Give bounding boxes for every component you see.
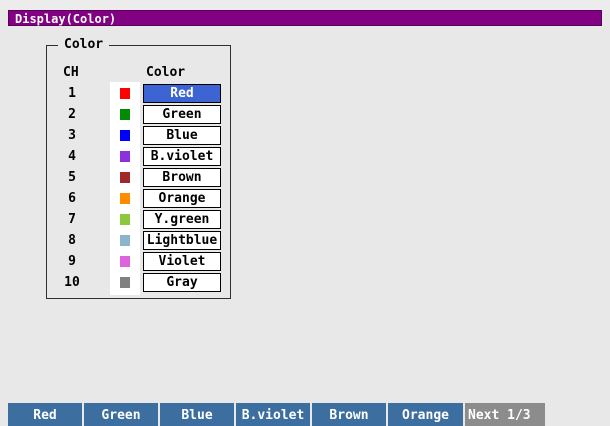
top-strip: [0, 0, 610, 10]
ch-column-header: CH: [63, 65, 79, 80]
channel-row: 9 Violet: [0, 251, 610, 272]
channel-row: 2 Green: [0, 104, 610, 125]
color-swatch: [120, 193, 130, 204]
channel-row: 4 B.violet: [0, 146, 610, 167]
color-swatch: [120, 235, 130, 246]
channel-number: 9: [68, 254, 76, 269]
color-select-button[interactable]: Orange: [143, 189, 221, 208]
channel-row: 7 Y.green: [0, 209, 610, 230]
softkey-b-violet[interactable]: B.violet: [236, 403, 312, 426]
color-column-header: Color: [146, 65, 186, 80]
color-swatch: [120, 130, 130, 141]
window-title: Display(Color): [15, 12, 117, 26]
color-select-button[interactable]: Violet: [143, 252, 221, 271]
color-swatch: [120, 277, 130, 288]
channel-number: 7: [68, 212, 76, 227]
softkey-orange[interactable]: Orange: [388, 403, 465, 426]
channel-number: 1: [68, 86, 76, 101]
softkey-red[interactable]: Red: [8, 403, 84, 426]
color-swatch: [120, 88, 130, 99]
color-swatch: [120, 256, 130, 267]
channel-number: 10: [64, 275, 80, 290]
channel-number: 6: [68, 191, 76, 206]
color-swatch: [120, 172, 130, 183]
color-select-button[interactable]: Y.green: [143, 210, 221, 229]
softkey-next-page[interactable]: Next 1/3: [465, 403, 547, 426]
softkey-blue[interactable]: Blue: [160, 403, 236, 426]
color-select-button[interactable]: B.violet: [143, 147, 221, 166]
color-swatch: [120, 214, 130, 225]
color-select-button[interactable]: Brown: [143, 168, 221, 187]
channel-row: 3 Blue: [0, 125, 610, 146]
channel-number: 8: [68, 233, 76, 248]
channel-number: 4: [68, 149, 76, 164]
channel-number: 5: [68, 170, 76, 185]
group-title: Color: [58, 38, 110, 52]
channel-row: 6 Orange: [0, 188, 610, 209]
softkey-brown[interactable]: Brown: [312, 403, 388, 426]
softkey-green[interactable]: Green: [84, 403, 160, 426]
channel-number: 2: [68, 107, 76, 122]
channel-row: 10 Gray: [0, 272, 610, 293]
channel-row: 5 Brown: [0, 167, 610, 188]
window-title-bar: Display(Color): [8, 10, 602, 26]
color-select-button[interactable]: Blue: [143, 126, 221, 145]
color-swatch: [120, 109, 130, 120]
color-select-button[interactable]: Lightblue: [143, 231, 221, 250]
softkey-bar: Red Green Blue B.violet Brown Orange Next 1/3: [8, 403, 602, 426]
channel-row: 1 Red: [0, 83, 610, 104]
color-select-button[interactable]: Green: [143, 105, 221, 124]
channel-row: 8 Lightblue: [0, 230, 610, 251]
color-swatch: [120, 151, 130, 162]
channel-number: 3: [68, 128, 76, 143]
color-select-button[interactable]: Gray: [143, 273, 221, 292]
color-select-button[interactable]: Red: [143, 84, 221, 103]
